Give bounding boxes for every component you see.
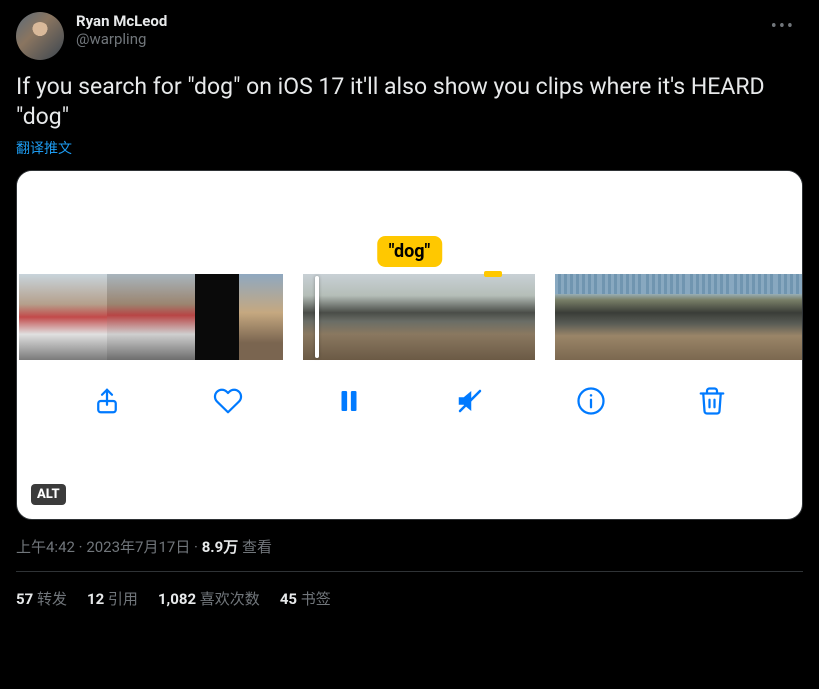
timeline-frame [477,274,535,360]
tweet-text: If you search for "dog" on iOS 17 it'll … [16,72,803,132]
video-timeline[interactable] [17,271,802,363]
timeline-frame [303,274,361,360]
timeline-frame [731,274,775,360]
trash-icon[interactable] [696,385,728,417]
bookmarks-stat[interactable]: 45 书签 [280,588,331,609]
user-info: Ryan McLeod @warpling [76,12,751,48]
translate-link[interactable]: 翻译推文 [16,138,72,158]
more-icon[interactable]: ••• [763,12,803,41]
timeline-frame [239,274,283,360]
caption-highlight: "dog" [377,236,443,267]
timeline-frame [19,274,63,360]
media-attachment[interactable]: "dog" [16,170,803,520]
timeline-frame [419,274,477,360]
share-icon[interactable] [91,385,123,417]
timeline-frame [599,274,643,360]
clip-group[interactable] [303,274,535,360]
timeline-frame [107,274,151,360]
playhead[interactable] [315,276,319,358]
heart-icon[interactable] [212,385,244,417]
likes-stat[interactable]: 1,082 喜欢次数 [158,588,260,609]
tweet-date[interactable]: 2023年7月17日 [86,538,190,556]
timeline-frame [775,274,802,360]
tweet-container: Ryan McLeod @warpling ••• If you search … [0,0,819,625]
views-label: 查看 [242,538,272,556]
timeline-frame [151,274,195,360]
timeline-frame [555,274,599,360]
info-icon[interactable] [575,385,607,417]
tweet-header: Ryan McLeod @warpling ••• [16,12,803,60]
mute-icon[interactable] [454,385,486,417]
user-handle[interactable]: @warpling [76,30,751,48]
views-count: 8.9万 [202,538,239,556]
pause-icon[interactable] [333,385,365,417]
quotes-stat[interactable]: 12 引用 [87,588,138,609]
media-toolbar [17,363,802,435]
media-top-area: "dog" [17,171,802,271]
clip-group[interactable] [19,274,283,360]
display-name[interactable]: Ryan McLeod [76,12,751,30]
timeline-frame [687,274,731,360]
alt-badge[interactable]: ALT [31,484,66,505]
avatar[interactable] [16,12,64,60]
timeline-frame [361,274,419,360]
clip-group[interactable] [555,274,802,360]
timeline-marker [484,271,502,277]
timeline-frame [643,274,687,360]
tweet-meta: 上午4:42 · 2023年7月17日 · 8.9万 查看 [16,536,803,572]
tweet-time[interactable]: 上午4:42 [16,538,75,556]
timeline-frame [63,274,107,360]
tweet-stats: 57 转发 12 引用 1,082 喜欢次数 45 书签 [16,572,803,625]
retweets-stat[interactable]: 57 转发 [16,588,67,609]
timeline-frame [195,274,239,360]
